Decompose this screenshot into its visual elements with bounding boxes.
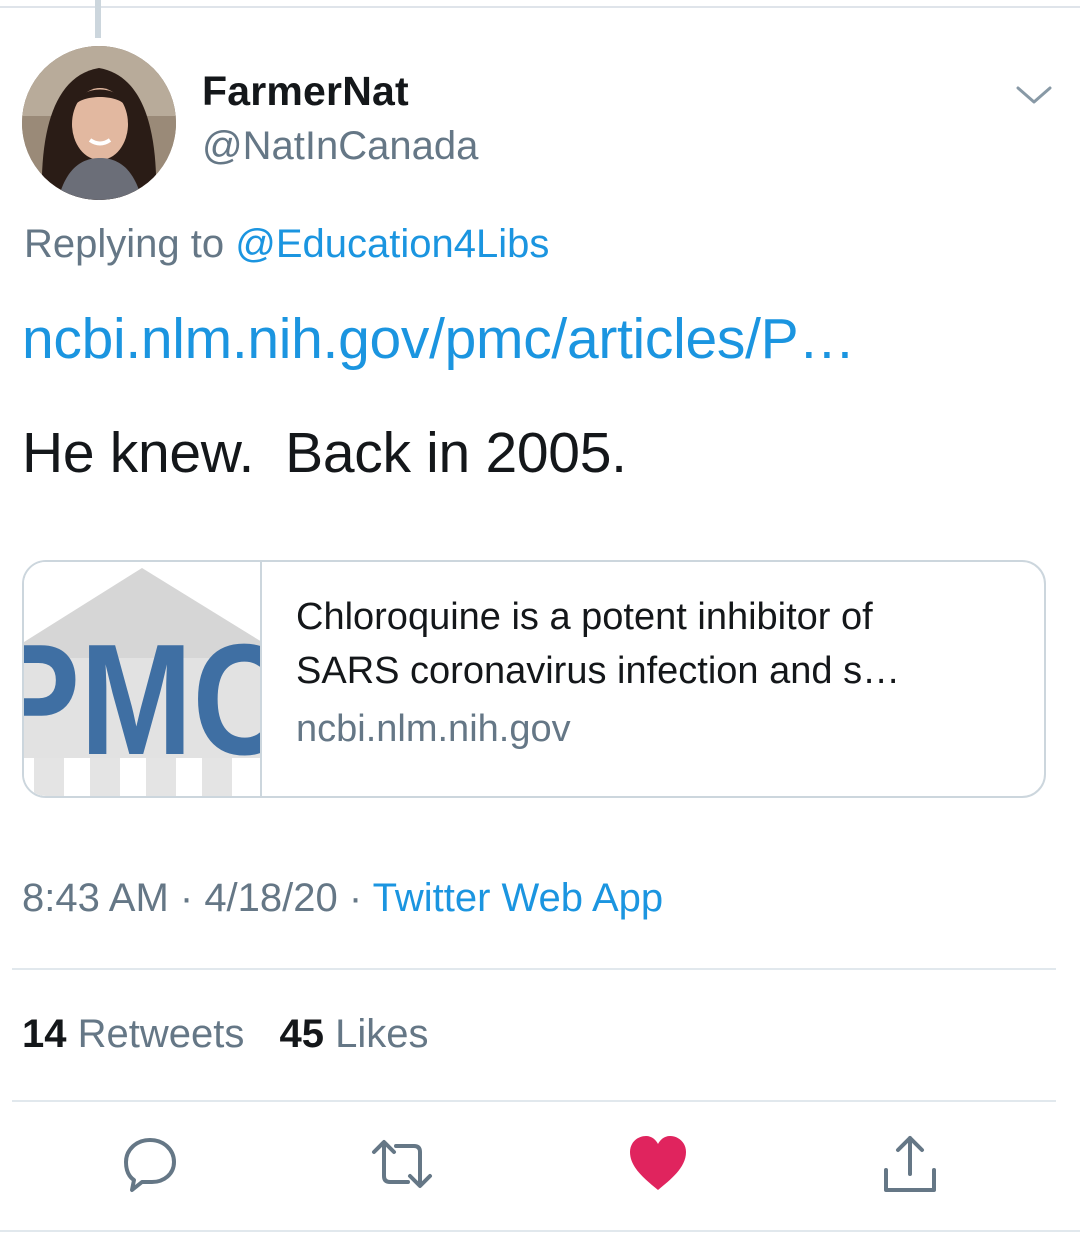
tweet-source-link[interactable]: Twitter Web App: [373, 876, 664, 920]
heart-icon[interactable]: [626, 1132, 690, 1196]
stats-bottom-divider: [12, 1100, 1056, 1102]
retweets-stat[interactable]: 14 Retweets: [22, 1012, 244, 1056]
top-divider: [0, 6, 1080, 8]
retweet-label: Retweets: [77, 1012, 245, 1056]
replying-to-label: Replying to: [24, 222, 236, 266]
meta-separator: ·: [337, 876, 373, 920]
avatar[interactable]: [22, 46, 176, 200]
reply-mention-link[interactable]: @Education4Libs: [235, 222, 549, 266]
card-title: Chloroquine is a potent inhibitor of SAR…: [296, 590, 1036, 698]
reply-icon[interactable]: [118, 1132, 182, 1196]
card-title-line: Chloroquine is a potent inhibitor of: [296, 596, 873, 638]
tweet-text: He knew. Back in 2005.: [22, 421, 627, 485]
chevron-down-icon[interactable]: [1012, 80, 1056, 110]
author-handle[interactable]: @NatInCanada: [202, 124, 478, 169]
thread-connector-line: [95, 0, 101, 38]
tweet-time[interactable]: 8:43 AM: [22, 876, 169, 920]
card-domain: ncbi.nlm.nih.gov: [296, 708, 571, 750]
likes-stat[interactable]: 45 Likes: [280, 1012, 429, 1056]
tweet-detail: FarmerNat @NatInCanada Replying to @Educ…: [0, 0, 1080, 1238]
link-preview-card[interactable]: PMC Chloroquine is a potent inhibitor of…: [22, 560, 1046, 798]
bottom-divider: [0, 1230, 1080, 1232]
share-icon[interactable]: [878, 1132, 942, 1196]
pmc-logo-image: PMC: [24, 562, 262, 796]
tweet-url-link[interactable]: ncbi.nlm.nih.gov/pmc/articles/P…: [22, 306, 855, 372]
author-display-name[interactable]: FarmerNat: [202, 68, 409, 115]
like-label: Likes: [335, 1012, 429, 1056]
retweet-count: 14: [22, 1012, 67, 1056]
card-title-line: SARS coronavirus infection and s…: [296, 650, 901, 692]
like-count: 45: [279, 1012, 325, 1056]
tweet-timestamp-line: 8:43 AM · 4/18/20 · Twitter Web App: [22, 876, 663, 921]
replying-to-line: Replying to @Education4Libs: [24, 222, 549, 267]
engagement-stats: 14 Retweets 45 Likes: [22, 1012, 453, 1057]
meta-separator: ·: [168, 876, 205, 920]
avatar-image: [22, 46, 176, 200]
pmc-logo-text: PMC: [24, 612, 262, 788]
retweet-icon[interactable]: [370, 1132, 434, 1196]
card-thumbnail: PMC: [24, 562, 262, 796]
tweet-date[interactable]: 4/18/20: [204, 876, 337, 920]
stats-top-divider: [12, 968, 1056, 970]
